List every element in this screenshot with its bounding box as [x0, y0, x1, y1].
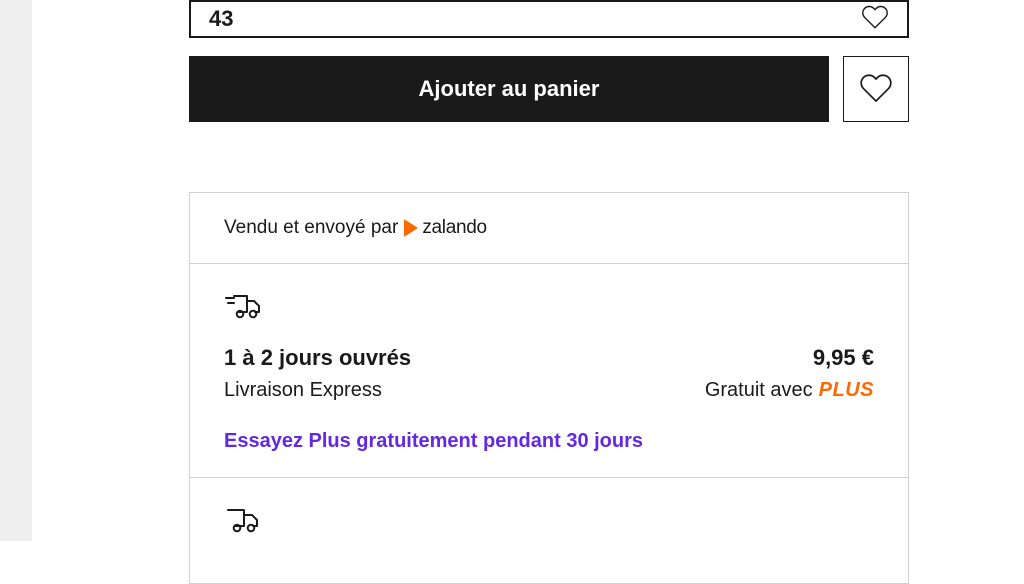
add-to-cart-button[interactable]: Ajouter au panier: [189, 56, 829, 122]
size-selector[interactable]: 43: [189, 0, 909, 38]
wishlist-button[interactable]: [843, 56, 909, 122]
try-plus-link[interactable]: Essayez Plus gratuitement pendant 30 jou…: [224, 430, 874, 453]
shipping-type: Livraison Express: [224, 379, 382, 402]
add-to-cart-label: Ajouter au panier: [419, 76, 600, 102]
truck-icon: [224, 523, 264, 540]
heart-icon: [861, 3, 889, 36]
heart-icon: [859, 71, 893, 108]
shipping-express-section: 1 à 2 jours ouvrés 9,95 € Livraison Expr…: [190, 264, 908, 478]
zalando-play-icon: [404, 219, 418, 237]
zalando-brand-text: zalando: [422, 217, 486, 239]
seller-row: Vendu et envoyé par zalando: [190, 193, 908, 264]
seller-prefix: Vendu et envoyé par: [224, 217, 398, 239]
express-truck-icon: [224, 309, 264, 326]
free-with-plus: Gratuit avec PLUS: [705, 379, 874, 402]
selected-size-value: 43: [209, 6, 233, 32]
info-panel: Vendu et envoyé par zalando: [189, 192, 909, 584]
plus-badge: PLUS: [819, 379, 874, 402]
shipping-duration: 1 à 2 jours ouvrés: [224, 345, 411, 371]
shipping-price: 9,95 €: [813, 345, 874, 371]
free-with-label: Gratuit avec: [705, 379, 813, 402]
left-background-strip: [0, 0, 32, 541]
shipping-standard-section: [190, 478, 908, 583]
zalando-logo: zalando: [404, 217, 486, 239]
